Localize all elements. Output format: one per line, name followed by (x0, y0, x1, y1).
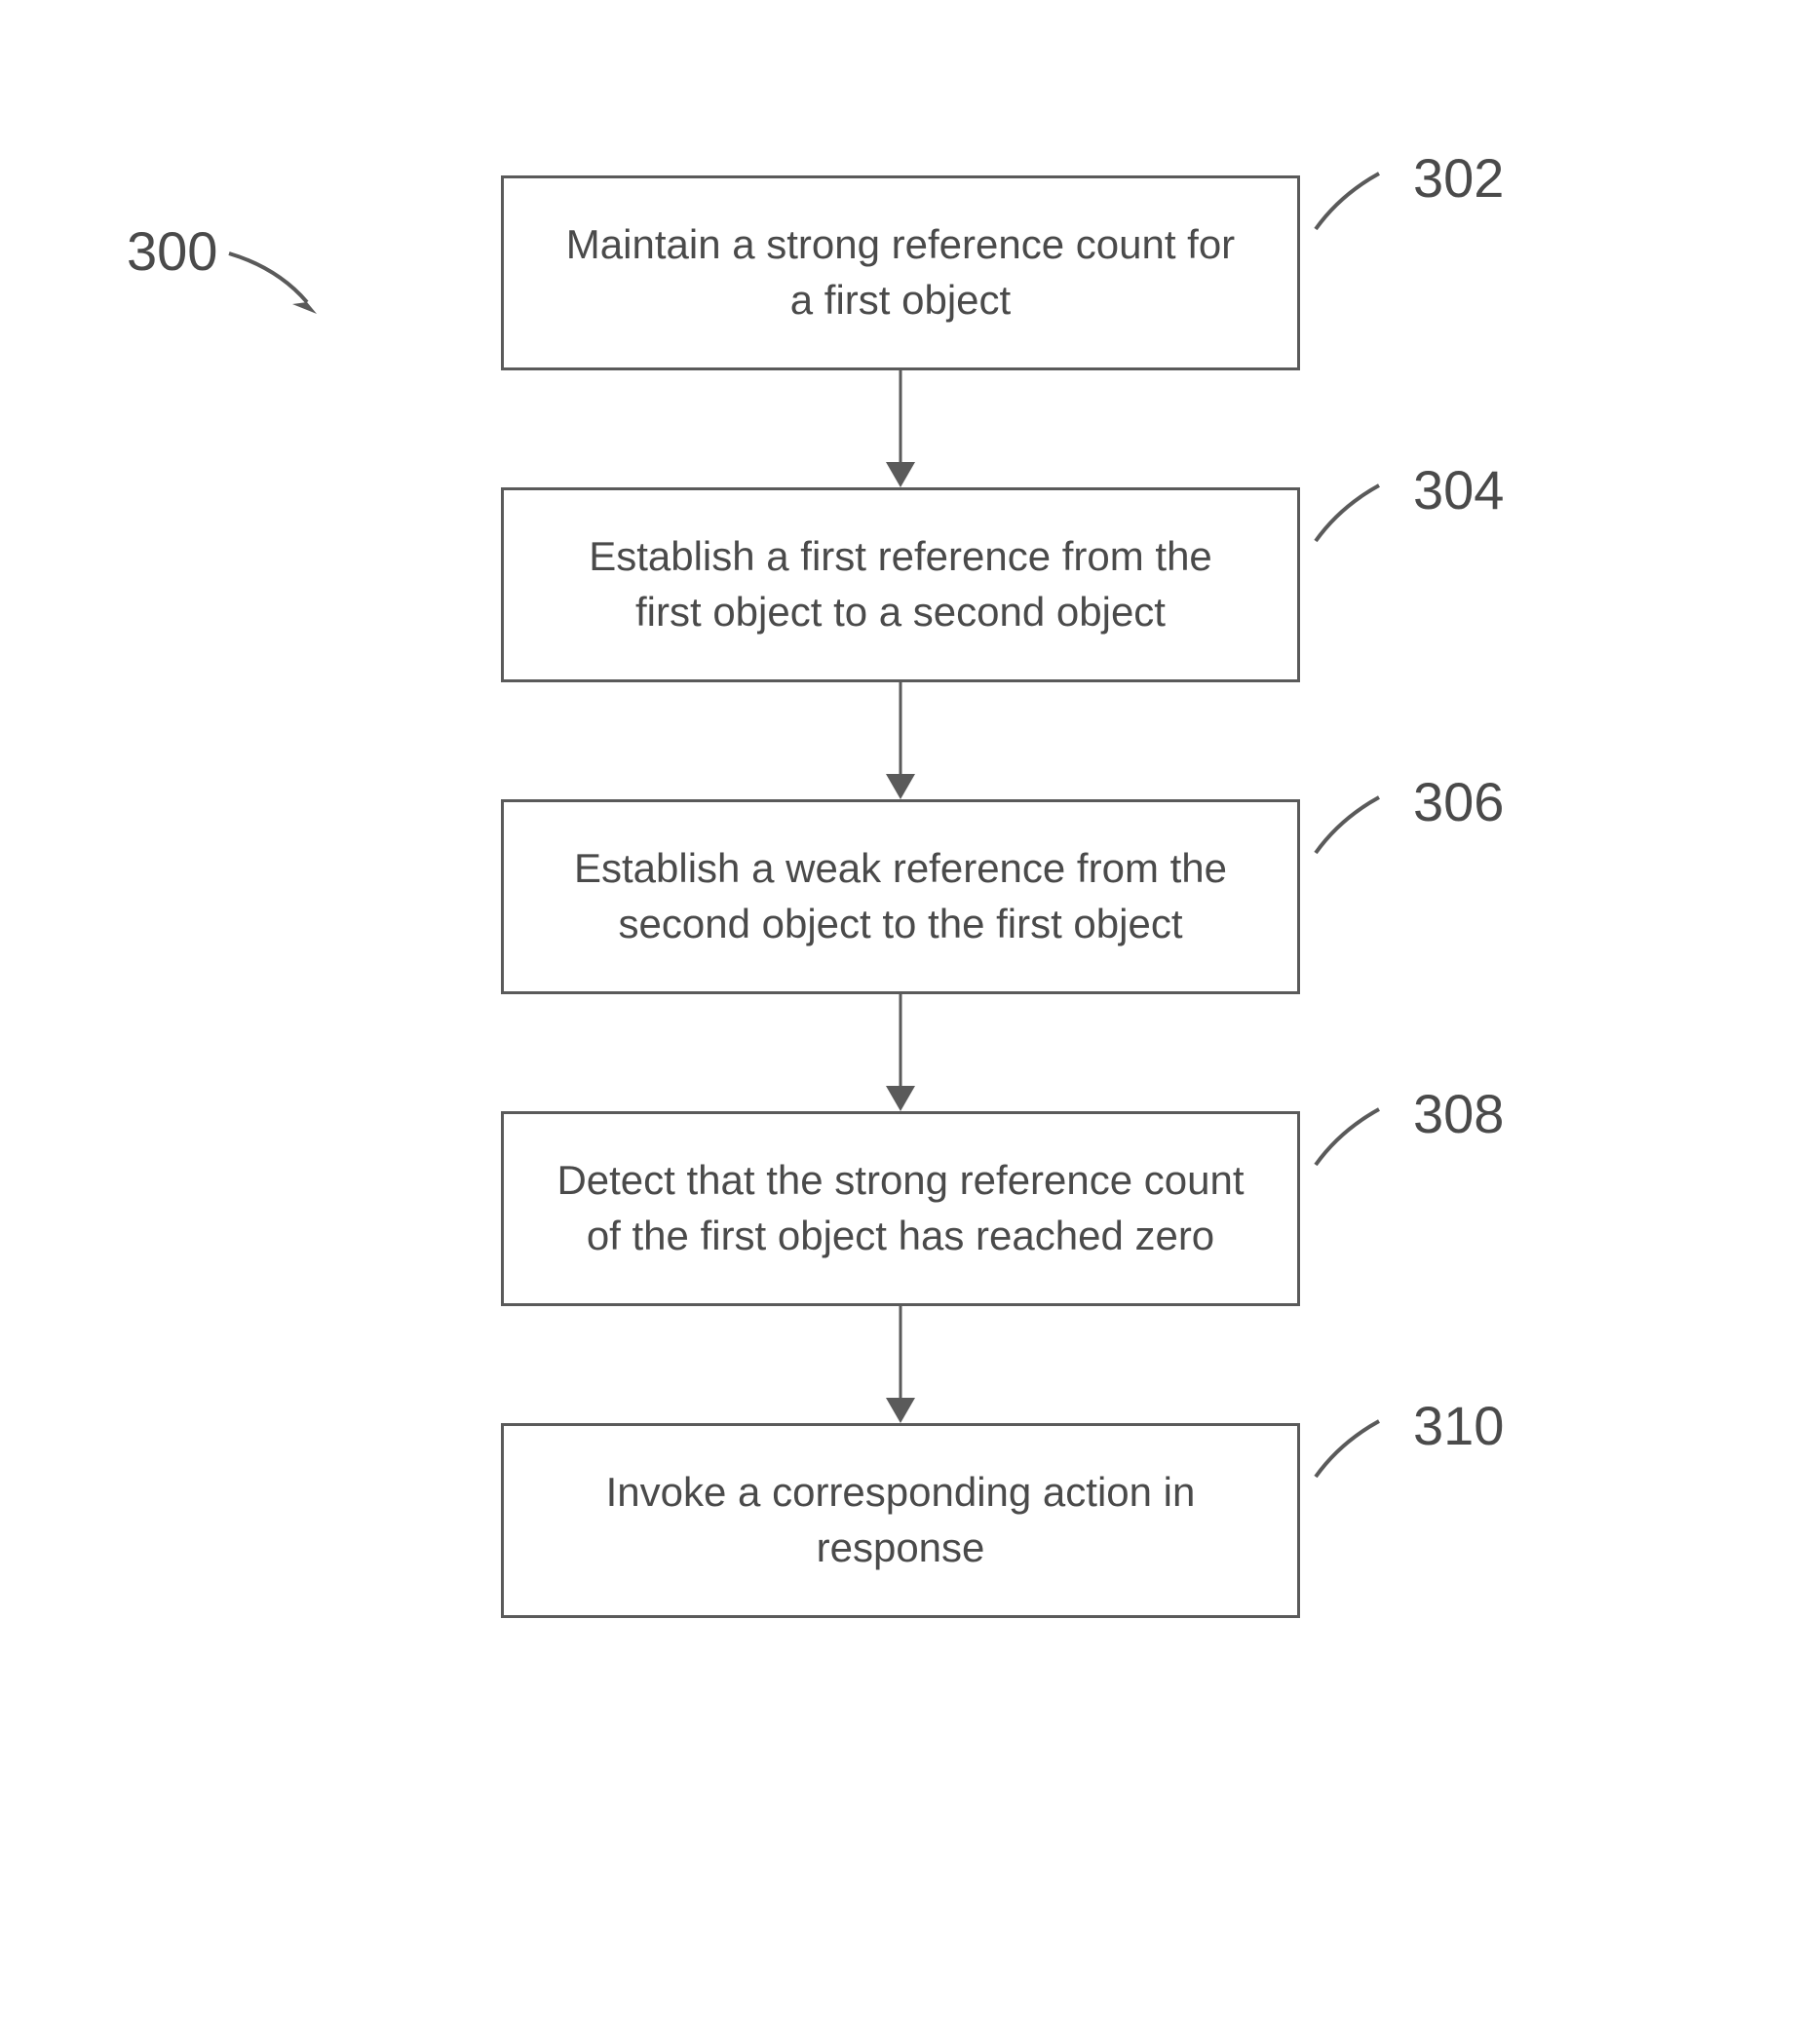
callout-310-icon (1311, 1413, 1399, 1482)
callout-304-icon (1311, 478, 1399, 546)
step-box-308: Detect that the strong reference count o… (501, 1111, 1300, 1306)
step-wrap-306: Establish a weak reference from the seco… (0, 799, 1801, 994)
step-box-310: Invoke a corresponding action in respons… (501, 1423, 1300, 1618)
step-text: Maintain a strong reference count for a … (553, 217, 1248, 328)
step-wrap-310: Invoke a corresponding action in respons… (0, 1423, 1801, 1618)
arrow-down-icon (900, 682, 902, 799)
step-label-310: 310 (1413, 1394, 1504, 1457)
step-text: Establish a first reference from the fir… (553, 529, 1248, 639)
step-wrap-308: Detect that the strong reference count o… (0, 1111, 1801, 1306)
callout-302-icon (1311, 166, 1399, 234)
step-text: Invoke a corresponding action in respons… (553, 1465, 1248, 1575)
step-label-306: 306 (1413, 770, 1504, 833)
step-wrap-304: Establish a first reference from the fir… (0, 487, 1801, 682)
step-text: Detect that the strong reference count o… (553, 1153, 1248, 1263)
flowchart-canvas: 300 Maintain a strong reference count fo… (0, 0, 1801, 2044)
step-box-302: Maintain a strong reference count for a … (501, 175, 1300, 370)
arrow-down-icon (900, 1306, 902, 1423)
arrow-down-icon (900, 370, 902, 487)
step-box-304: Establish a first reference from the fir… (501, 487, 1300, 682)
step-label-304: 304 (1413, 458, 1504, 521)
step-box-306: Establish a weak reference from the seco… (501, 799, 1300, 994)
arrow-down-icon (900, 994, 902, 1111)
step-label-302: 302 (1413, 146, 1504, 210)
flowchart-column: Maintain a strong reference count for a … (0, 175, 1801, 1618)
callout-308-icon (1311, 1101, 1399, 1170)
callout-306-icon (1311, 790, 1399, 858)
step-label-308: 308 (1413, 1082, 1504, 1145)
step-text: Establish a weak reference from the seco… (553, 841, 1248, 951)
step-wrap-302: Maintain a strong reference count for a … (0, 175, 1801, 370)
